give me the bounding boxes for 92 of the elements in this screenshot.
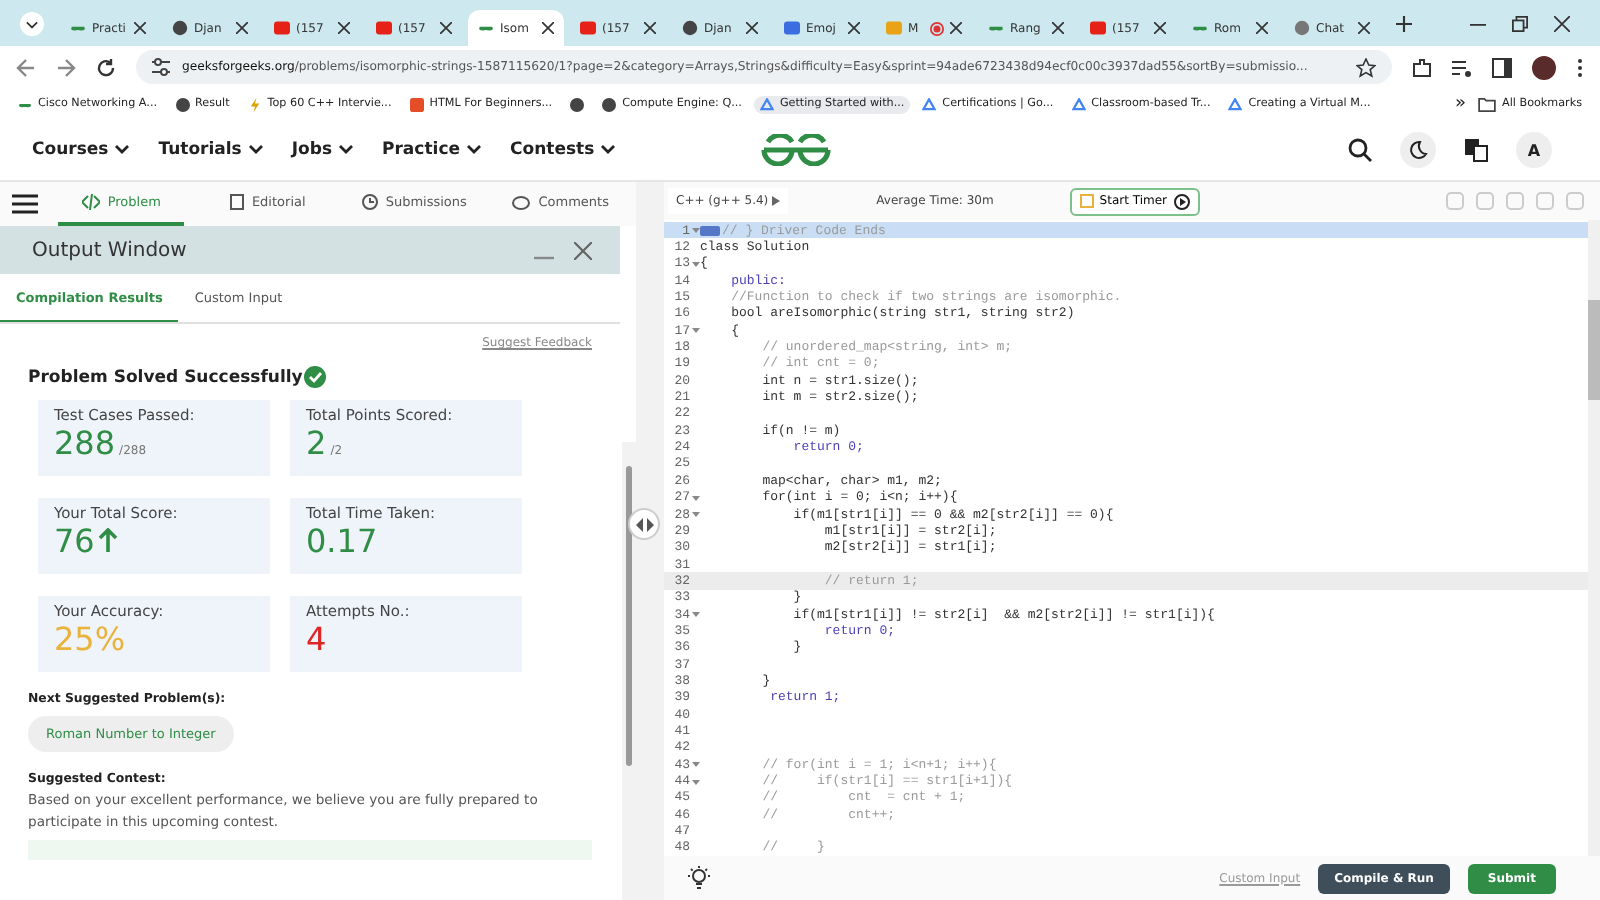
close-icon[interactable] xyxy=(644,22,656,34)
folder-icon xyxy=(1478,97,1497,111)
fold-icon[interactable] xyxy=(691,493,699,502)
close-icon[interactable] xyxy=(1154,22,1166,34)
site-icon xyxy=(1294,20,1310,36)
site-icon xyxy=(175,97,189,111)
site-icon xyxy=(1228,97,1243,111)
fold-icon[interactable] xyxy=(691,610,699,619)
side-panel-icon[interactable] xyxy=(1492,57,1512,77)
chevron-down-icon xyxy=(466,144,482,156)
chevron-down-icon xyxy=(114,144,131,156)
stat-value: 25% xyxy=(54,620,126,658)
star-icon[interactable] xyxy=(1356,57,1376,77)
extensions-icon[interactable] xyxy=(1412,57,1432,77)
caret-icon xyxy=(772,196,781,206)
site-icon xyxy=(409,97,424,111)
nav-menu[interactable]: Jobs xyxy=(291,140,355,160)
forward-icon[interactable] xyxy=(56,57,76,77)
check-icon xyxy=(304,366,327,388)
site-icon xyxy=(682,20,698,36)
profile-avatar[interactable] xyxy=(1532,55,1556,79)
site-icon xyxy=(570,97,585,111)
site-icon xyxy=(376,20,392,36)
new-tab-icon[interactable] xyxy=(1396,15,1412,31)
site-icon xyxy=(602,97,617,111)
moon-icon xyxy=(1408,140,1428,160)
nav-menu[interactable]: Tutorials xyxy=(158,140,264,160)
site-icon xyxy=(1090,20,1106,36)
site-icon xyxy=(172,20,188,36)
play-icon xyxy=(1173,193,1190,209)
fold-icon[interactable] xyxy=(691,777,699,786)
fold-icon[interactable] xyxy=(691,226,699,235)
dark-mode-toggle[interactable] xyxy=(1400,132,1436,168)
close-icon[interactable] xyxy=(1554,15,1570,31)
timer-icon xyxy=(1079,194,1094,208)
close-icon[interactable] xyxy=(440,22,452,34)
more-icon[interactable] xyxy=(1576,57,1584,77)
close-icon[interactable] xyxy=(1358,22,1370,34)
site-icon xyxy=(759,97,774,111)
chevron-down-icon xyxy=(247,144,264,156)
chevron-down-icon xyxy=(600,144,617,156)
status-message: Problem Solved Successfully xyxy=(28,367,303,387)
site-icon xyxy=(886,20,902,36)
chevron-down-icon xyxy=(338,144,355,156)
fold-icon[interactable] xyxy=(691,326,699,335)
translate-icon[interactable] xyxy=(1464,138,1488,162)
stat-value: 76 xyxy=(54,522,95,560)
site-icon xyxy=(274,20,290,36)
site-icon xyxy=(784,20,800,36)
site-icon xyxy=(1071,97,1086,111)
site-icon xyxy=(922,97,937,111)
close-icon[interactable] xyxy=(338,22,350,34)
close-icon[interactable] xyxy=(236,22,248,34)
document-icon xyxy=(229,194,244,210)
nav-menu[interactable]: Courses xyxy=(32,140,131,160)
stat-value: 2 xyxy=(306,424,327,462)
fold-icon[interactable] xyxy=(691,510,699,519)
code-icon xyxy=(81,194,100,210)
user-avatar[interactable]: A xyxy=(1516,132,1552,168)
fold-icon[interactable] xyxy=(691,259,699,268)
folded-code-marker[interactable] xyxy=(700,225,720,236)
site-icon xyxy=(247,97,262,111)
close-icon[interactable] xyxy=(1052,22,1064,34)
back-icon[interactable] xyxy=(16,57,36,77)
logo-icon[interactable] xyxy=(760,134,832,166)
recording-icon xyxy=(930,21,944,35)
comment-icon xyxy=(512,195,531,209)
more-bookmarks[interactable]: » xyxy=(1455,94,1467,114)
clock-icon xyxy=(361,194,378,210)
menu-icon[interactable] xyxy=(12,194,38,214)
media-icon[interactable] xyxy=(1452,57,1472,77)
close-icon[interactable] xyxy=(746,22,758,34)
resize-handle[interactable] xyxy=(628,508,660,540)
reload-icon[interactable] xyxy=(96,57,116,77)
close-icon[interactable] xyxy=(134,22,146,34)
tab-list-icon[interactable] xyxy=(20,11,44,35)
stat-value: 0.17 xyxy=(306,522,378,560)
panel-title: Output Window xyxy=(32,239,189,261)
close-icon[interactable] xyxy=(848,22,860,34)
fold-icon[interactable] xyxy=(691,760,699,769)
site-settings-icon[interactable] xyxy=(152,58,170,76)
close-icon[interactable] xyxy=(950,22,962,34)
site-icon xyxy=(580,20,596,36)
nav-menu[interactable]: Practice xyxy=(382,140,482,160)
stat-value: 4 xyxy=(306,620,327,658)
search-icon[interactable] xyxy=(1348,138,1372,162)
stat-value: 288 xyxy=(54,424,116,462)
close-icon[interactable] xyxy=(542,22,554,34)
lightbulb-icon[interactable] xyxy=(688,866,710,890)
close-icon[interactable] xyxy=(1256,22,1268,34)
restore-icon[interactable] xyxy=(1512,15,1528,31)
nav-menu[interactable]: Contests xyxy=(510,140,617,160)
